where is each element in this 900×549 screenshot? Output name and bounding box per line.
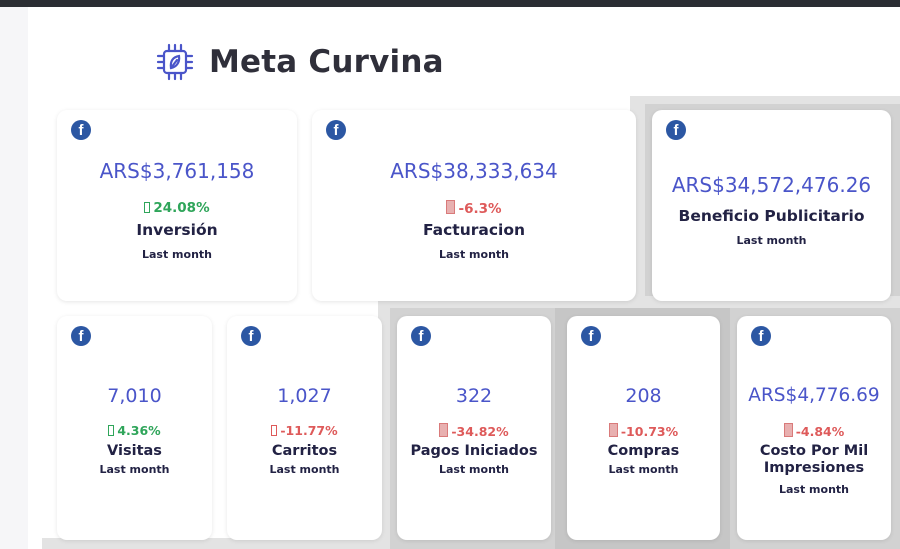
metric-change: -4.84% [737,423,891,439]
metric-card-inversion[interactable]: f ARS$3,761,158 24.08% Inversión Last mo… [57,110,297,301]
metric-label: Compras [607,443,680,459]
metric-change: 4.36% [57,423,212,438]
metric-period: Last month [269,463,340,476]
metric-change: -6.3% [312,200,636,217]
metric-period: Last month [438,463,509,476]
metric-card-beneficio[interactable]: f ARS$34,572,476.26 Beneficio Publicitar… [652,110,891,301]
metric-change: -11.77% [227,423,382,438]
metric-value: 322 [455,385,493,407]
facebook-icon: f [326,120,346,140]
metric-label: Costo Por Mil Impresiones [759,443,869,476]
trend-down-icon [439,423,449,437]
metric-label: Facturacion [422,221,526,239]
page-header: Meta Curvina [155,40,444,84]
facebook-icon: f [241,326,261,346]
metric-card-visitas[interactable]: f 7,010 4.36% Visitas Last month [57,316,212,540]
facebook-icon: f [581,326,601,346]
trend-down-icon [783,423,793,437]
page-title: Meta Curvina [209,44,444,80]
metric-label: Inversión [136,221,218,239]
trend-down-icon [271,425,278,436]
metric-label: Visitas [107,443,162,459]
facebook-icon: f [751,326,771,346]
trend-up-icon [144,202,151,213]
metric-period: Last month [438,248,509,261]
metric-value: 208 [625,385,662,407]
metric-change: -10.73% [567,423,720,439]
metric-value: ARS$38,333,634 [390,159,558,183]
facebook-icon: f [71,120,91,140]
metric-value: 1,027 [277,385,332,407]
trend-up-icon [108,425,115,436]
cpu-chip-icon [156,43,194,81]
metric-period: Last month [608,463,679,476]
metric-label: Pagos Iniciados [410,443,538,459]
metric-change: 24.08% [57,200,297,216]
trend-down-icon [608,423,618,437]
facebook-icon: f [411,326,431,346]
metric-card-carritos[interactable]: f 1,027 -11.77% Carritos Last month [227,316,382,540]
metric-card-compras[interactable]: f 208 -10.73% Compras Last month [567,316,720,540]
metric-card-facturacion[interactable]: f ARS$38,333,634 -6.3% Facturacion Last … [312,110,636,301]
metric-period: Last month [141,248,212,261]
metric-change: -34.82% [397,423,551,439]
metric-card-pagos-iniciados[interactable]: f 322 -34.82% Pagos Iniciados Last month [397,316,551,540]
trend-down-icon [446,200,456,214]
metric-period: Last month [736,234,807,247]
metric-value: ARS$3,761,158 [99,159,255,183]
metric-period: Last month [778,483,849,496]
metric-period: Last month [99,463,170,476]
facebook-icon: f [71,326,91,346]
metric-label: Beneficio Publicitario [678,207,865,225]
metric-card-cpm[interactable]: f ARS$4,776.69 -4.84% Costo Por Mil Impr… [737,316,891,540]
metric-value: ARS$4,776.69 [748,385,880,406]
window-top-bar [0,0,900,7]
metric-value: 7,010 [107,385,162,407]
metric-value: ARS$34,572,476.26 [671,173,872,197]
metric-label: Carritos [271,443,338,459]
facebook-icon: f [666,120,686,140]
